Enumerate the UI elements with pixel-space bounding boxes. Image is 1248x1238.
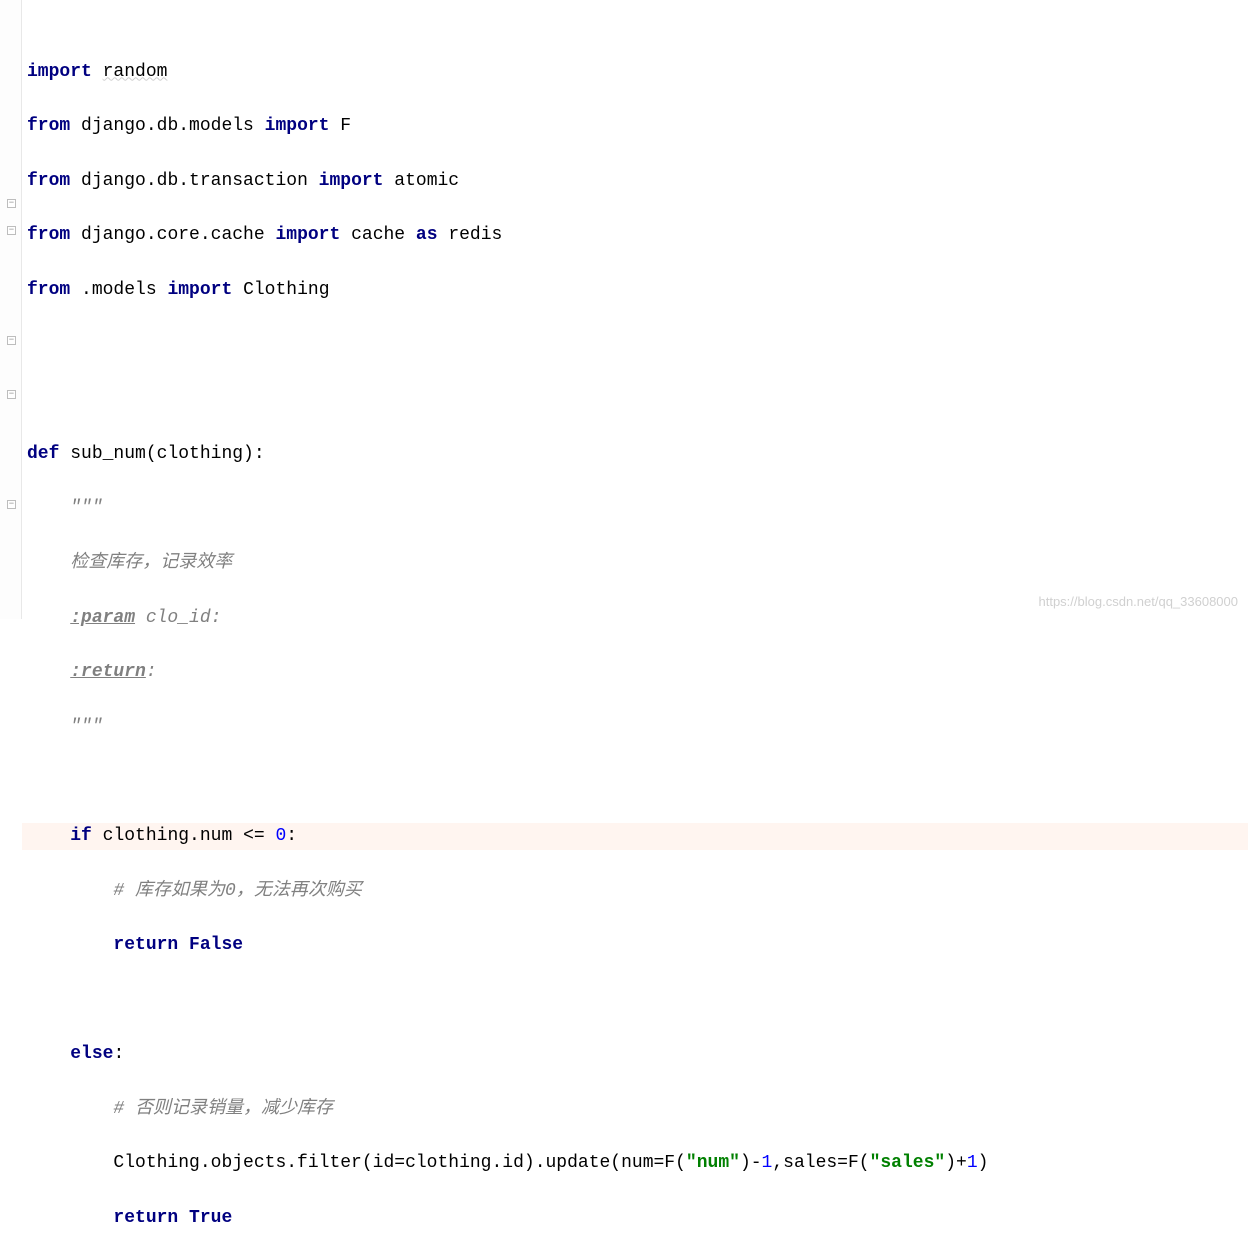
fold-icon[interactable]: −: [7, 336, 16, 345]
code-line[interactable]: # 库存如果为0，无法再次购买: [27, 878, 1248, 905]
code-editor[interactable]: − − − − − import random from django.db.m…: [0, 0, 1248, 619]
code-line[interactable]: from django.db.models import F: [27, 113, 1248, 140]
code-line[interactable]: from django.db.transaction import atomic: [27, 168, 1248, 195]
code-line-highlighted[interactable]: if clothing.num <= 0:: [22, 823, 1248, 850]
fold-icon[interactable]: −: [7, 199, 16, 208]
code-line[interactable]: [27, 386, 1248, 413]
code-line[interactable]: return False: [27, 932, 1248, 959]
code-line[interactable]: """: [27, 495, 1248, 522]
code-line[interactable]: from .models import Clothing: [27, 277, 1248, 304]
code-line[interactable]: else:: [27, 1041, 1248, 1068]
fold-icon[interactable]: −: [7, 500, 16, 509]
code-line[interactable]: def sub_num(clothing):: [27, 441, 1248, 468]
code-line[interactable]: 检查库存，记录效率: [27, 550, 1248, 577]
fold-icon[interactable]: −: [7, 390, 16, 399]
code-line[interactable]: [27, 987, 1248, 1014]
code-line[interactable]: return True: [27, 1205, 1248, 1232]
code-line[interactable]: :return:: [27, 659, 1248, 686]
code-line[interactable]: from django.core.cache import cache as r…: [27, 222, 1248, 249]
code-line[interactable]: :param clo_id:: [27, 605, 1248, 632]
code-line[interactable]: """: [27, 714, 1248, 741]
code-line[interactable]: [27, 332, 1248, 359]
code-line[interactable]: # 否则记录销量，减少库存: [27, 1096, 1248, 1123]
fold-icon[interactable]: −: [7, 226, 16, 235]
code-line[interactable]: import random: [27, 59, 1248, 86]
code-line[interactable]: Clothing.objects.filter(id=clothing.id).…: [27, 1150, 1248, 1177]
code-line[interactable]: [27, 768, 1248, 795]
gutter: − − − − −: [0, 0, 22, 619]
code-area[interactable]: import random from django.db.models impo…: [22, 0, 1248, 619]
